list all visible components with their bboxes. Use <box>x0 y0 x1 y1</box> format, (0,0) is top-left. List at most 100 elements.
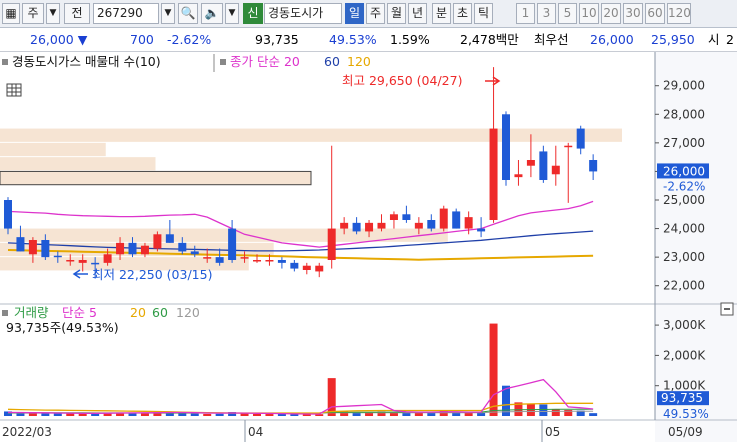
high-price-note: 최고 29,650 (04/27) <box>342 73 462 88</box>
quote-bar: 26,000 ▼ 700 -2.62% 93,735 49.53% 1.59% … <box>0 28 737 52</box>
candle-body <box>4 200 12 229</box>
period-button-6[interactable]: 틱 <box>474 3 493 24</box>
price-change-pct: -2.62% <box>167 32 212 47</box>
candle-body <box>427 220 436 229</box>
candle-body <box>190 251 199 255</box>
volume-bar <box>265 414 274 416</box>
candle-body <box>464 217 473 229</box>
interval-button-10[interactable]: 10 <box>579 3 599 24</box>
candle-body <box>203 257 212 259</box>
ask-price: 26,000 <box>590 32 634 47</box>
interval-button-120[interactable]: 120 <box>667 3 691 24</box>
chevron-down-icon[interactable]: ▼ <box>46 3 60 24</box>
speaker-dropdown-icon[interactable]: ▼ <box>225 3 239 24</box>
price-change: 700 <box>130 32 154 47</box>
current-volume-label: 93,735 <box>661 391 703 405</box>
table-icon <box>6 83 22 97</box>
volume-bar <box>277 414 286 416</box>
candle-body <box>140 245 149 255</box>
current-change-label: -2.62% <box>663 179 705 193</box>
candle-body <box>452 211 461 229</box>
x-axis-label: 04 <box>248 425 263 439</box>
period-button-1[interactable]: 주 <box>366 3 385 24</box>
price-tick-label: 29,000 <box>663 79 705 93</box>
current-price: 26,000 ▼ <box>30 32 88 47</box>
interval-button-5[interactable]: 5 <box>558 3 577 24</box>
candle-body <box>489 128 498 220</box>
candle-body <box>16 237 25 252</box>
type-select[interactable]: 주 <box>22 3 44 24</box>
ma60-legend: 60 <box>324 54 340 69</box>
candle-body <box>153 234 162 249</box>
volume-bar <box>427 412 436 416</box>
price-tick-label: 24,000 <box>663 222 705 236</box>
candle-body <box>502 114 510 180</box>
volume-value-label: 93,735주(49.53%) <box>6 320 119 335</box>
candle-body <box>228 228 237 260</box>
menu-icon[interactable]: ▦ <box>2 3 20 24</box>
stock-code-input[interactable]: 267290 <box>93 3 159 24</box>
period-button-3[interactable]: 년 <box>408 3 427 24</box>
volume-tick-label: 2,000K <box>663 348 706 362</box>
interval-button-60[interactable]: 60 <box>645 3 665 24</box>
candle-body <box>576 128 585 149</box>
x-axis-label: 2022/03 <box>2 425 52 439</box>
new-badge: 신 <box>243 3 263 24</box>
period-button-4[interactable]: 분 <box>432 3 451 24</box>
volume-value: 93,735 <box>255 32 299 47</box>
candle-body <box>128 242 137 255</box>
volume-bar <box>539 404 548 416</box>
period-button-0[interactable]: 일 <box>345 3 364 24</box>
candle-body <box>215 257 224 263</box>
candle-body <box>66 260 75 262</box>
interval-button-20[interactable]: 20 <box>601 3 621 24</box>
candle-body <box>290 262 299 269</box>
candle-body <box>240 257 249 259</box>
volume-bar <box>327 378 336 416</box>
volume-bar <box>215 413 224 416</box>
stock-name-field[interactable]: 경동도시가 <box>264 3 342 24</box>
price-legend-title: 경동도시가스 매물대 수(10) <box>12 54 161 69</box>
candle-body <box>402 214 411 220</box>
bid-price: 25,950 <box>651 32 695 47</box>
period-button-5[interactable]: 초 <box>453 3 472 24</box>
candle-body <box>178 242 187 252</box>
vol-legend-square-icon <box>2 310 8 316</box>
candle-body <box>551 165 560 175</box>
candle-body <box>302 265 311 270</box>
candle-body <box>91 262 100 265</box>
price-volume-chart[interactable]: 29,000 28,000 27,000 26,000 25,000 24,000 23,0… <box>0 52 737 442</box>
period-button-2[interactable]: 월 <box>387 3 406 24</box>
volume-bar <box>53 413 62 416</box>
open-label: 시 <box>708 32 720 47</box>
candle-body <box>103 254 112 263</box>
prev-button[interactable]: 전 <box>64 3 90 24</box>
candle-body <box>78 260 87 263</box>
candle-body <box>539 151 548 180</box>
candle-body <box>377 222 386 229</box>
speaker-icon[interactable]: 🔈 <box>201 3 223 24</box>
candle-body <box>265 260 274 262</box>
interval-button-30[interactable]: 30 <box>623 3 643 24</box>
candle-body <box>165 234 174 243</box>
candle-body <box>116 242 125 255</box>
search-icon[interactable]: 🔍 <box>178 3 198 24</box>
legend-square-icon <box>2 59 8 65</box>
code-dropdown-icon[interactable]: ▼ <box>161 3 175 24</box>
volume-ratio: 49.53% <box>329 32 377 47</box>
vol-ma5-legend: 단순 5 <box>62 305 97 320</box>
low-price-note: 최저 22,250 (03/15) <box>92 267 212 282</box>
ma-legend-square-icon <box>220 59 226 65</box>
chart-area[interactable]: 29,000 28,000 27,000 26,000 25,000 24,000 23,0… <box>0 52 737 442</box>
volume-bar <box>464 412 473 416</box>
volume-tick-label: 3,000K <box>663 318 706 332</box>
interval-button-1[interactable]: 1 <box>516 3 535 24</box>
volume-profile-bar <box>0 170 312 186</box>
ma120-legend: 120 <box>347 54 371 69</box>
candle-body <box>315 265 324 272</box>
candle-body <box>352 222 361 232</box>
candle-body <box>414 222 423 229</box>
volume-bar <box>203 413 212 416</box>
candle-body <box>327 228 336 260</box>
interval-button-3[interactable]: 3 <box>537 3 556 24</box>
